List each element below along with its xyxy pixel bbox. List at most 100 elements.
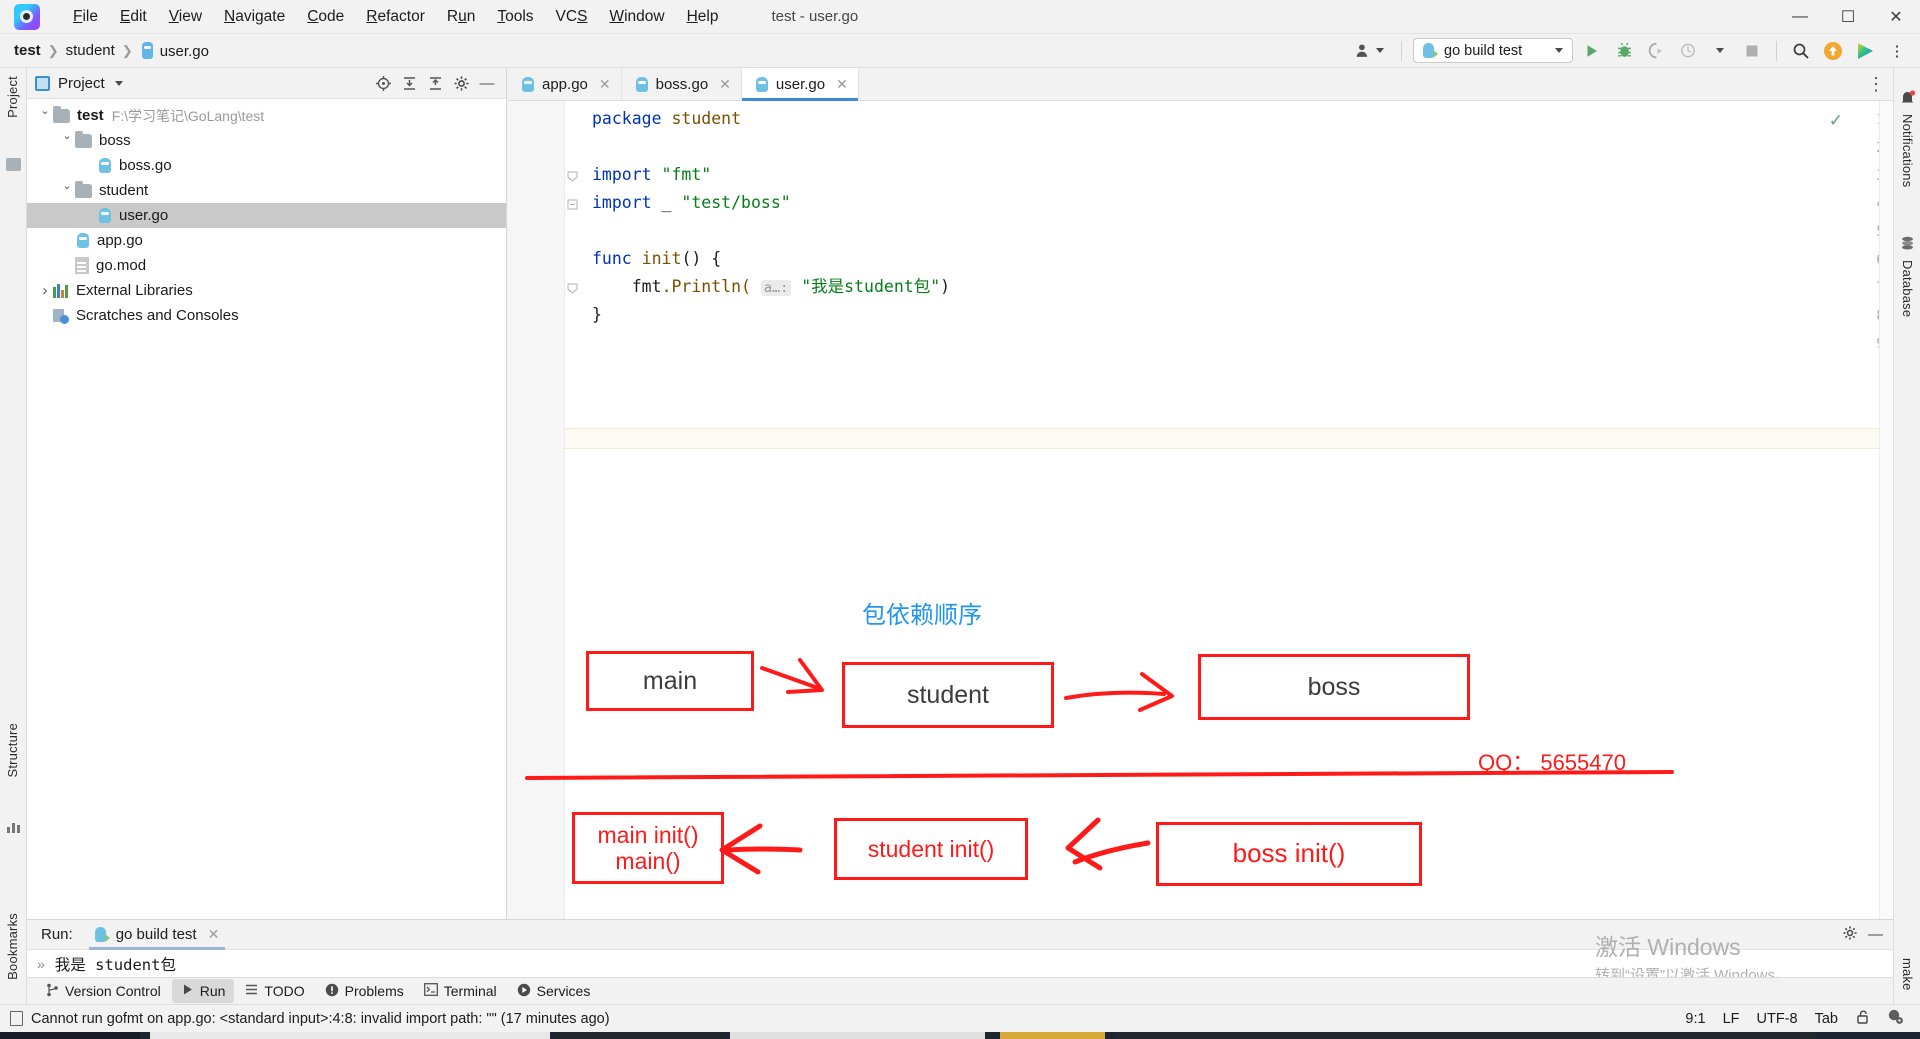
chevron-right-icon[interactable]: [37, 282, 53, 299]
chevron-down-icon[interactable]: [59, 184, 75, 197]
breadcrumb-file[interactable]: user.go: [136, 40, 213, 62]
title-bar: File Edit View Navigate Code Refactor Ru…: [0, 0, 1920, 34]
run-configuration-selector[interactable]: go build test: [1413, 38, 1573, 63]
notifications-icon: [1900, 90, 1916, 110]
go-file-icon: [97, 207, 112, 224]
profiler-dropdown[interactable]: [1707, 38, 1733, 64]
close-icon[interactable]: ✕: [719, 76, 731, 93]
sidebar-item-notifications[interactable]: Notifications: [1900, 114, 1915, 187]
tool-window-run[interactable]: Run: [171, 979, 235, 1003]
expand-all-icon[interactable]: [398, 72, 420, 94]
console-chevron-icon[interactable]: »: [37, 956, 45, 972]
caret-position[interactable]: 9:1: [1685, 1011, 1705, 1027]
unlocked-icon[interactable]: [1855, 1009, 1870, 1029]
stop-button[interactable]: [1739, 38, 1765, 64]
minimize-button[interactable]: —: [1776, 0, 1824, 34]
chevron-down-icon[interactable]: [114, 80, 123, 86]
menu-view[interactable]: View: [158, 4, 213, 30]
chevron-down-icon[interactable]: [37, 109, 53, 122]
menu-file[interactable]: File: [62, 4, 109, 30]
tool-window-version-control[interactable]: Version Control: [37, 979, 170, 1004]
inspection-icon[interactable]: [1887, 1008, 1904, 1029]
line-number-gutter: [508, 101, 565, 919]
account-button[interactable]: [1349, 39, 1390, 62]
go-run-icon: [94, 926, 110, 943]
menu-help[interactable]: Help: [676, 4, 730, 30]
menu-code[interactable]: Code: [296, 4, 355, 30]
breadcrumb-separator-icon: ❯: [121, 42, 133, 58]
inspection-ok-icon[interactable]: ✓: [1829, 111, 1843, 131]
settings-gear-icon[interactable]: [450, 72, 472, 94]
editor-tab-label: app.go: [542, 75, 588, 93]
tool-window-services[interactable]: Services: [508, 979, 600, 1004]
event-log-icon: [10, 1011, 23, 1026]
menu-navigate[interactable]: Navigate: [213, 4, 296, 30]
run-console[interactable]: » 我是 student包: [27, 950, 1893, 978]
code-line-6: func init() {: [592, 249, 722, 268]
warning-icon: [325, 983, 339, 1000]
collapse-all-icon[interactable]: [424, 72, 446, 94]
debug-button[interactable]: [1611, 38, 1637, 64]
menu-vcs[interactable]: VCS: [545, 4, 599, 30]
tree-item-scratches-and-consoles[interactable]: Scratches and Consoles: [27, 303, 506, 328]
file-encoding[interactable]: UTF-8: [1757, 1011, 1798, 1027]
run-button[interactable]: [1579, 38, 1605, 64]
menu-window[interactable]: Window: [598, 4, 675, 30]
menu-tools[interactable]: Tools: [486, 4, 544, 30]
editor-tab-boss-go[interactable]: boss.go ✕: [621, 68, 742, 100]
tree-item-boss[interactable]: boss: [27, 128, 506, 153]
tree-item-external-libraries[interactable]: External Libraries: [27, 278, 506, 303]
breadcrumb-folder[interactable]: student: [62, 40, 119, 61]
maximize-button[interactable]: ☐: [1824, 0, 1872, 34]
menu-edit[interactable]: Edit: [109, 4, 158, 30]
update-project-icon[interactable]: [1820, 38, 1846, 64]
fold-marker-icon[interactable]: [567, 171, 579, 183]
tree-item-label: test: [77, 107, 104, 124]
tool-window-label: Problems: [344, 983, 404, 999]
editor-tab-app-go[interactable]: app.go ✕: [508, 68, 622, 100]
menu-bar: File Edit View Navigate Code Refactor Ru…: [62, 4, 729, 30]
hide-panel-icon[interactable]: —: [476, 72, 498, 94]
line-separator[interactable]: LF: [1723, 1011, 1740, 1027]
search-everywhere-icon[interactable]: [1788, 38, 1814, 64]
fold-marker-icon[interactable]: [567, 283, 579, 295]
sidebar-item-structure[interactable]: Structure: [5, 723, 20, 778]
tree-item-test[interactable]: test F:\学习笔记\GoLang\test: [27, 103, 506, 128]
fold-marker-icon[interactable]: [567, 199, 579, 211]
breadcrumb-project[interactable]: test: [10, 40, 45, 61]
profiler-button[interactable]: [1675, 38, 1701, 64]
editor-scrollbar[interactable]: [1879, 101, 1893, 919]
more-toolbar-icon[interactable]: ⋮: [1884, 38, 1910, 64]
close-icon[interactable]: ✕: [599, 76, 611, 93]
hide-panel-icon[interactable]: —: [1868, 926, 1883, 943]
tree-item-boss-go[interactable]: boss.go: [27, 153, 506, 178]
run-with-coverage-button[interactable]: [1643, 38, 1669, 64]
tree-item-user-go[interactable]: user.go: [27, 203, 506, 228]
editor-tab-user-go[interactable]: user.go ✕: [741, 68, 859, 101]
tree-item-app-go[interactable]: app.go: [27, 228, 506, 253]
tree-item-student[interactable]: student: [27, 178, 506, 203]
tool-window-terminal[interactable]: Terminal: [415, 979, 506, 1003]
select-opened-file-icon[interactable]: [372, 72, 394, 94]
code-with-me-icon[interactable]: [1852, 38, 1878, 64]
sidebar-item-database[interactable]: Database: [1900, 260, 1915, 317]
sidebar-item-project[interactable]: Project: [5, 76, 20, 118]
sidebar-item-bookmarks[interactable]: Bookmarks: [5, 913, 20, 980]
settings-gear-icon[interactable]: [1842, 925, 1858, 945]
menu-run[interactable]: Run: [436, 4, 486, 30]
menu-refactor[interactable]: Refactor: [355, 4, 436, 30]
indent-setting[interactable]: Tab: [1815, 1011, 1838, 1027]
code-editor[interactable]: 1 2 3 4 5 6 7 8 9 package student import…: [508, 101, 1893, 919]
chevron-down-icon[interactable]: [59, 134, 75, 147]
close-icon[interactable]: ✕: [208, 926, 220, 943]
close-icon[interactable]: ✕: [836, 76, 848, 93]
run-tab[interactable]: go build test ✕: [88, 920, 226, 950]
sidebar-item-make[interactable]: make: [1900, 958, 1915, 991]
current-line-highlight: [565, 428, 1893, 449]
tree-item-go-mod[interactable]: go.mod: [27, 253, 506, 278]
tool-window-todo[interactable]: TODO: [236, 979, 313, 1003]
status-message[interactable]: Cannot run gofmt on app.go: <standard in…: [10, 1011, 610, 1027]
close-button[interactable]: ✕: [1872, 0, 1920, 34]
tool-window-problems[interactable]: Problems: [316, 979, 413, 1004]
editor-tab-options[interactable]: ⋮: [1867, 68, 1893, 100]
